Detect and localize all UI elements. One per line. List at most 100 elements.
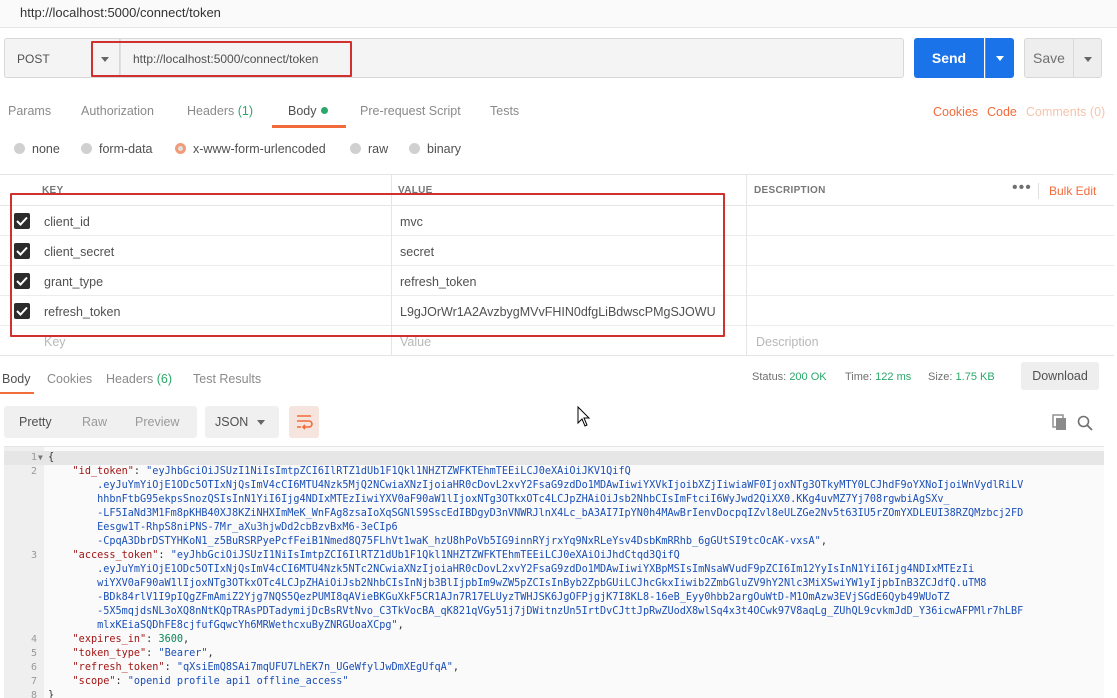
param-value[interactable]: mvc bbox=[400, 215, 423, 229]
radio-button-icon bbox=[81, 143, 92, 154]
column-divider bbox=[391, 174, 392, 356]
code-line: 6 "refresh_token": "qXsiEmQ8SAi7mqUFU7Lh… bbox=[4, 661, 1104, 675]
row-checkbox[interactable] bbox=[14, 213, 30, 229]
code-text: "access_token": "eyJhbGciOiJSUzI1NiIsImt… bbox=[72, 550, 680, 561]
method-label: POST bbox=[17, 52, 50, 66]
method-dropdown-button[interactable] bbox=[92, 38, 120, 78]
tab-authorization[interactable]: Authorization bbox=[81, 104, 154, 118]
response-body-viewer[interactable]: 1 ▼ {2 "id_token": "eyJhbGciOiJSUzI1NiIsIm… bbox=[4, 446, 1104, 698]
tab-prerequest-script[interactable]: Pre-request Script bbox=[360, 104, 461, 118]
response-tab-cookies[interactable]: Cookies bbox=[47, 372, 92, 386]
new-param-row: Key Value Description bbox=[0, 326, 1114, 356]
request-bar: POST http://localhost:5000/connect/token… bbox=[0, 38, 1117, 78]
row-checkbox[interactable] bbox=[14, 243, 30, 259]
language-select[interactable]: JSON bbox=[205, 406, 279, 438]
row-checkbox[interactable] bbox=[14, 303, 30, 319]
table-row: client_secret secret bbox=[0, 236, 1114, 266]
code-text: wiYXV0aF90aW1lIjoxNTg3OTkxOTc4LCJpZHAiOi… bbox=[48, 578, 987, 589]
code-line: -LF5IaNd3M1Fm8pKHB40XJ8KZiNHXImMeK_WnFAg… bbox=[4, 507, 1104, 521]
preview-button[interactable]: Preview bbox=[135, 415, 179, 429]
size-label: Size: bbox=[928, 371, 953, 383]
param-key[interactable]: refresh_token bbox=[44, 305, 120, 319]
pretty-button[interactable]: Pretty bbox=[19, 415, 52, 429]
new-value-input[interactable]: Value bbox=[400, 335, 431, 349]
code-text: mlxKEiaSQDhFE8cjfufGqwcYh6MRWethcxuByZNR… bbox=[48, 620, 404, 631]
save-button[interactable]: Save bbox=[1024, 38, 1074, 78]
chevron-down-icon bbox=[1084, 57, 1092, 62]
window-title: http://localhost:5000/connect/token bbox=[20, 5, 221, 20]
url-input[interactable]: http://localhost:5000/connect/token bbox=[120, 38, 904, 78]
row-checkbox[interactable] bbox=[14, 273, 30, 289]
param-value[interactable]: L9gJOrWr1A2AvzbygMVvFHIN0dfgLiBdwscPMgSJ… bbox=[400, 305, 716, 319]
new-key-input[interactable]: Key bbox=[44, 335, 66, 349]
code-text: .eyJuYmYiOjE1ODc5OTIxNjQsImV4cCI6MTU4Nzk… bbox=[48, 564, 975, 575]
param-value[interactable]: secret bbox=[400, 245, 434, 259]
code-link[interactable]: Code bbox=[987, 105, 1017, 119]
tab-body[interactable]: Body bbox=[288, 104, 328, 118]
body-indicator-dot bbox=[320, 107, 328, 114]
comments-link[interactable]: Comments (0) bbox=[1026, 105, 1105, 119]
code-line: 7 "scope": "openid profile api1 offline_… bbox=[4, 675, 1104, 689]
code-text: .eyJuYmYiOjE1ODc5OTIxNjQsImV4cCI6MTU4Nzk… bbox=[48, 480, 1024, 491]
chevron-down-icon bbox=[996, 56, 1004, 61]
send-button[interactable]: Send bbox=[914, 38, 984, 78]
param-key[interactable]: grant_type bbox=[44, 275, 103, 289]
table-header: KEY VALUE DESCRIPTION ••• Bulk Edit bbox=[0, 174, 1114, 206]
code-line: 3 "access_token": "eyJhbGciOiJSUzI1NiIsI… bbox=[4, 549, 1104, 563]
code-line: wiYXV0aF90aW1lIjoxNTg3OTkxOTc4LCJpZHAiOi… bbox=[4, 577, 1104, 591]
param-value[interactable]: refresh_token bbox=[400, 275, 476, 289]
wrap-lines-button[interactable] bbox=[289, 406, 319, 438]
column-divider bbox=[746, 174, 747, 356]
tab-params[interactable]: Params bbox=[8, 104, 51, 118]
line-number: 6 bbox=[30, 662, 37, 673]
tab-tests[interactable]: Tests bbox=[490, 104, 519, 118]
response-tab-body[interactable]: Body bbox=[2, 372, 31, 386]
code-line: -BDk84rlV1I9pIQgZFmAmiZ2Yjg7NQS5QezPUMI8… bbox=[4, 591, 1104, 605]
code-text: Eesgw1T-RhpS8niPNS-7Mr_aXu3hjwDd2cbBzvBx… bbox=[48, 522, 398, 533]
response-tab-test-results[interactable]: Test Results bbox=[193, 372, 261, 386]
window-title-bar: http://localhost:5000/connect/token bbox=[0, 0, 1117, 28]
copy-icon[interactable] bbox=[1051, 414, 1069, 432]
save-dropdown-button[interactable] bbox=[1074, 38, 1102, 78]
code-line: .eyJuYmYiOjE1ODc5OTIxNjQsImV4cCI6MTU4Nzk… bbox=[4, 479, 1104, 493]
radio-urlencoded-label: x-www-form-urlencoded bbox=[193, 142, 326, 156]
cookies-link[interactable]: Cookies bbox=[933, 105, 978, 119]
status-label: Status: bbox=[752, 371, 787, 383]
search-icon[interactable] bbox=[1076, 414, 1094, 432]
code-line: 5 "token_type": "Bearer", bbox=[4, 647, 1104, 661]
time-info: Time: 122 ms bbox=[845, 371, 911, 383]
code-line: 1 ▼ { bbox=[4, 451, 1104, 465]
line-number: 2 bbox=[30, 466, 37, 477]
code-text: { bbox=[48, 452, 55, 463]
status-info: Status: 200 OK bbox=[752, 371, 827, 383]
code-line: -5X5mqjdsNL3oXQ8nNtKQpTRAsPDTadymijDcBsR… bbox=[4, 605, 1104, 619]
line-number: 5 bbox=[30, 648, 37, 659]
fold-toggle-icon[interactable]: ▼ bbox=[38, 451, 43, 465]
method-select[interactable]: POST bbox=[4, 38, 92, 78]
more-options-icon[interactable]: ••• bbox=[1012, 179, 1032, 197]
time-value: 122 ms bbox=[875, 371, 912, 383]
response-tab-headers[interactable]: Headers (6) bbox=[106, 372, 172, 386]
mouse-cursor-icon bbox=[577, 406, 591, 427]
code-line: -CpqA3DbrDSTYHKoN1_z5BuRSRPyePcfFeiB1Nme… bbox=[4, 535, 1104, 549]
param-key[interactable]: client_secret bbox=[44, 245, 114, 259]
code-line: .eyJuYmYiOjE1ODc5OTIxNjQsImV4cCI6MTU4Nzk… bbox=[4, 563, 1104, 577]
raw-button[interactable]: Raw bbox=[82, 415, 107, 429]
code-line: hhbnFtbG95ekpsSnozQSIsInN1YiI6Ijg4NDIxMT… bbox=[4, 493, 1104, 507]
new-description-input[interactable]: Description bbox=[756, 335, 819, 349]
param-key[interactable]: client_id bbox=[44, 215, 90, 229]
view-mode-group: Pretty Raw Preview bbox=[4, 406, 197, 438]
size-info: Size: 1.75 KB bbox=[928, 371, 995, 383]
checkmark-icon bbox=[16, 306, 28, 316]
send-dropdown-button[interactable] bbox=[985, 38, 1014, 78]
bulk-edit-link[interactable]: Bulk Edit bbox=[1049, 184, 1096, 198]
line-number: 3 bbox=[30, 550, 37, 561]
active-tab-indicator bbox=[272, 125, 346, 128]
response-format-bar: Pretty Raw Preview JSON bbox=[0, 406, 1117, 438]
download-button[interactable]: Download bbox=[1021, 362, 1099, 390]
column-header-key: KEY bbox=[42, 185, 64, 196]
checkmark-icon bbox=[16, 276, 28, 286]
tab-headers[interactable]: Headers (1) bbox=[187, 104, 253, 118]
code-text: -BDk84rlV1I9pIQgZFmAmiZ2Yjg7NQS5QezPUMI8… bbox=[48, 592, 950, 603]
code-line: Eesgw1T-RhpS8niPNS-7Mr_aXu3hjwDd2cbBzvBx… bbox=[4, 521, 1104, 535]
